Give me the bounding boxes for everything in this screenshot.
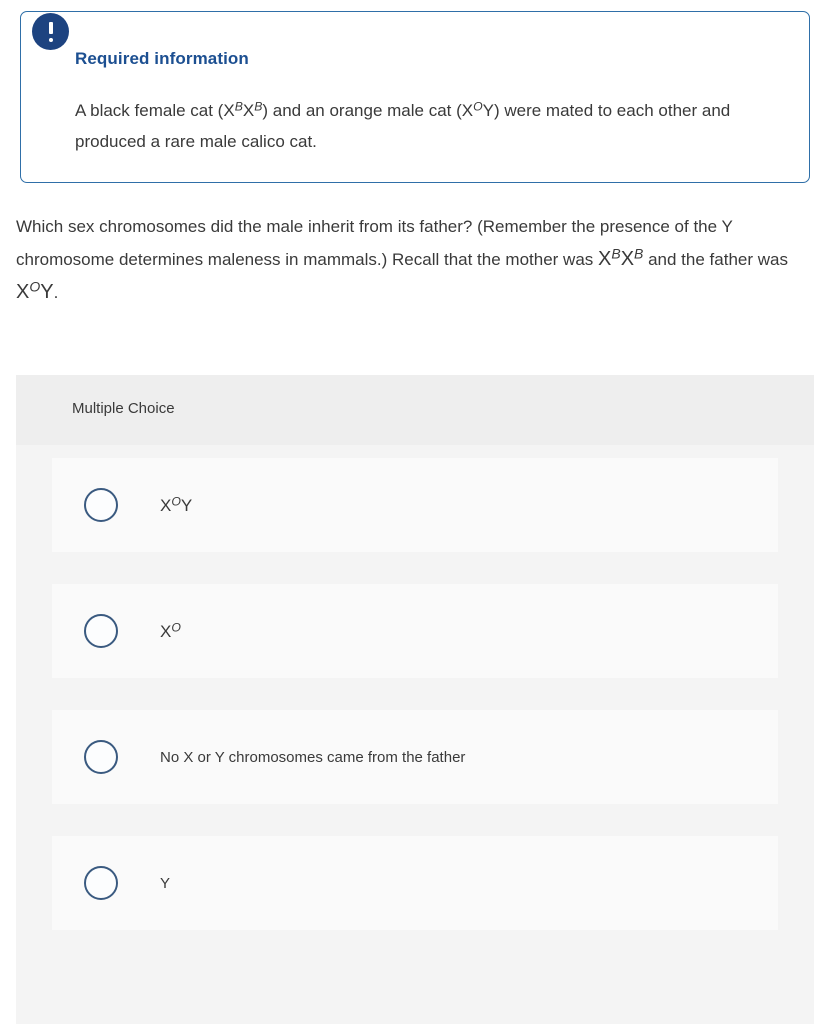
radio-button[interactable] (84, 488, 118, 522)
options-list: XOY XO No X or Y chromosomes came from t… (16, 445, 814, 930)
radio-button[interactable] (84, 740, 118, 774)
option-a[interactable]: XOY (52, 458, 778, 552)
radio-button[interactable] (84, 866, 118, 900)
callout-title: Required information (75, 49, 249, 68)
callout-body: A black female cat (XBXB) and an orange … (75, 99, 731, 151)
required-information-callout: Required information A black female cat … (20, 11, 810, 183)
option-label: No X or Y chromosomes came from the fath… (160, 748, 466, 766)
question-type-label: Multiple Choice (72, 400, 175, 417)
option-b[interactable]: XO (52, 584, 778, 678)
option-label: Y (160, 874, 171, 892)
exclamation-icon (32, 13, 69, 50)
answer-panel-header: Multiple Choice (16, 375, 814, 445)
option-c[interactable]: No X or Y chromosomes came from the fath… (52, 710, 778, 804)
option-d[interactable]: Y (52, 836, 778, 930)
option-label: XOY (160, 494, 193, 515)
radio-button[interactable] (84, 614, 118, 648)
option-label: XO (160, 620, 181, 641)
question-text: Which sex chromosomes did the male inher… (16, 217, 788, 303)
answer-panel: Multiple Choice XOY XO No X or Y chromos… (16, 375, 814, 1024)
